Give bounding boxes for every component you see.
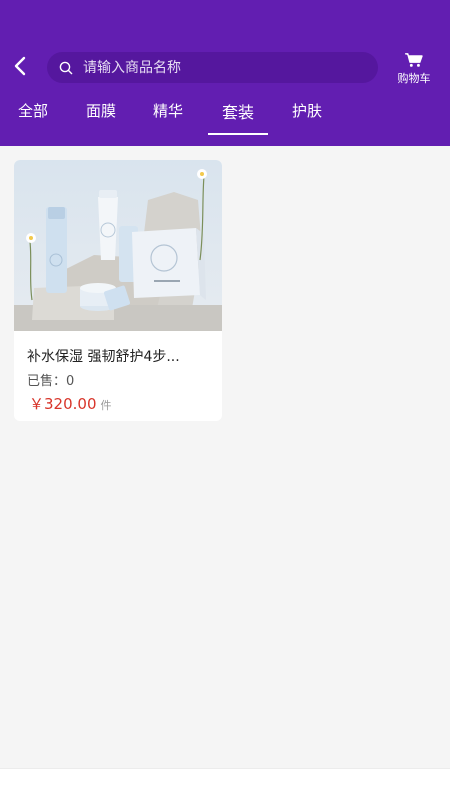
shopping-cart-icon xyxy=(405,53,423,67)
product-card[interactable]: 补水保湿 强韧舒护4步... 已售：0 ￥320.00 件 xyxy=(14,160,222,421)
tab-set[interactable]: 套装 xyxy=(208,99,268,135)
search-bar[interactable] xyxy=(47,52,378,83)
tab-skincare[interactable]: 护肤 xyxy=(292,100,322,136)
product-title: 补水保湿 强韧舒护4步... xyxy=(27,349,180,365)
active-tab-indicator xyxy=(208,133,268,135)
tab-serum[interactable]: 精华 xyxy=(153,100,183,136)
search-input[interactable] xyxy=(81,58,345,77)
tab-label: 套装 xyxy=(221,103,254,122)
product-price: ￥320.00 件 xyxy=(29,393,112,414)
tab-label: 精华 xyxy=(153,102,184,120)
price-value: 320.00 xyxy=(44,395,97,413)
currency-symbol: ￥ xyxy=(29,395,45,413)
tab-label: 护肤 xyxy=(292,102,323,120)
sold-label: 已售： xyxy=(27,374,67,389)
tab-label: 面膜 xyxy=(86,102,117,120)
tab-mask[interactable]: 面膜 xyxy=(86,100,116,136)
bottom-bar xyxy=(0,768,450,801)
cart-label: 购物车 xyxy=(397,72,431,85)
top-header: 购物车 全部 面膜 精华 套装 护肤 xyxy=(0,0,450,146)
sold-value: 0 xyxy=(66,374,75,389)
tab-label: 全部 xyxy=(18,102,49,120)
back-button[interactable] xyxy=(8,54,32,78)
chevron-left-icon xyxy=(14,56,26,76)
cart-button[interactable]: 购物车 xyxy=(392,52,436,86)
category-tabs: 全部 面膜 精华 套装 护肤 xyxy=(0,100,450,136)
price-unit: 件 xyxy=(100,399,112,412)
sold-count: 已售：0 xyxy=(27,370,74,389)
tab-all[interactable]: 全部 xyxy=(18,100,48,136)
product-image xyxy=(14,160,222,331)
search-icon xyxy=(59,61,73,75)
